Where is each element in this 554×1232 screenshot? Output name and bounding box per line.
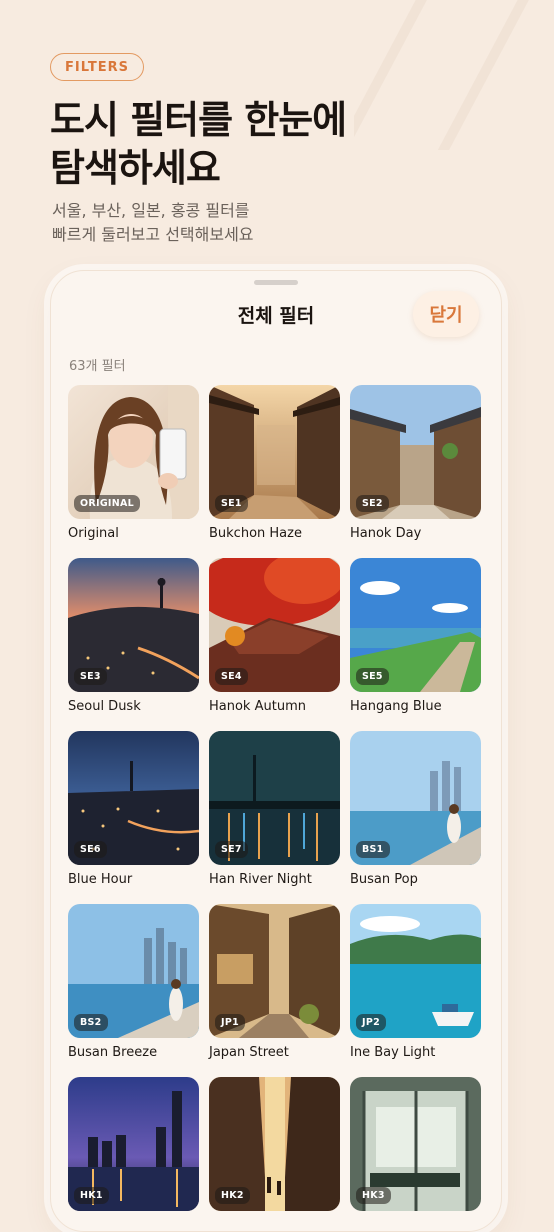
filter-count: 63개 필터 — [69, 359, 126, 374]
filter-name: Han River Night — [209, 872, 312, 887]
subtitle-line-2: 빠르게 둘러보고 선택해보세요 — [52, 225, 254, 244]
filter-code-badge: HK1 — [74, 1187, 109, 1204]
portrait-photo-icon: ORIGINAL — [68, 385, 199, 519]
filter-name — [209, 1218, 340, 1231]
filter-code-badge: SE2 — [356, 495, 389, 512]
busan-coast-photo-icon: BS1 — [350, 731, 481, 865]
filter-tile-hk2[interactable]: HK2 — [209, 1077, 340, 1231]
hk-street-photo-icon: HK2 — [209, 1077, 340, 1211]
seoul-dusk-photo-icon: SE3 — [68, 558, 199, 692]
filter-name: Busan Pop — [350, 872, 418, 887]
filter-tile-hk1[interactable]: HK1 — [68, 1077, 199, 1231]
filter-tile-se1[interactable]: SE1 Bukchon Haze — [209, 385, 340, 558]
filter-code-badge: JP2 — [356, 1014, 387, 1031]
filter-code-badge: SE1 — [215, 495, 248, 512]
subtitle-line-1: 서울, 부산, 일본, 홍콩 필터를 — [52, 201, 250, 220]
filter-name: Seoul Dusk — [68, 699, 141, 714]
filter-name: Bukchon Haze — [209, 526, 302, 541]
filter-sheet: 전체 필터 닫기 63개 필터 ORIGINAL Original SE1 Bu… — [50, 270, 502, 1232]
hanok-alley-photo-icon: SE1 — [209, 385, 340, 519]
filter-code-badge: HK3 — [356, 1187, 391, 1204]
filter-tile-bs1[interactable]: BS1 Busan Pop — [350, 731, 481, 904]
river-night-photo-icon: SE7 — [209, 731, 340, 865]
page-headline: 도시 필터를 한눈에 탐색하세요 — [50, 96, 347, 192]
filter-tile-jp1[interactable]: JP1 Japan Street — [209, 904, 340, 1077]
filter-code-badge: SE3 — [74, 668, 107, 685]
filter-code-badge: SE5 — [356, 668, 389, 685]
filter-code-badge: SE6 — [74, 841, 107, 858]
filter-name: Original — [68, 526, 119, 541]
filter-code-badge: BS1 — [356, 841, 390, 858]
filter-code-badge: HK2 — [215, 1187, 250, 1204]
filter-tile-original[interactable]: ORIGINAL Original — [68, 385, 199, 558]
hk-harbor-photo-icon: HK1 — [68, 1077, 199, 1211]
filter-name: Hangang Blue — [350, 699, 442, 714]
filter-tile-se4[interactable]: SE4 Hanok Autumn — [209, 558, 340, 731]
filter-name: Ine Bay Light — [350, 1045, 436, 1060]
filter-tile-hk3[interactable]: HK3 — [350, 1077, 481, 1231]
filter-name: Hanok Day — [350, 526, 422, 541]
filter-code-badge: SE4 — [215, 668, 248, 685]
filter-name: Japan Street — [209, 1045, 289, 1060]
bay-boat-photo-icon: JP2 — [350, 904, 481, 1038]
hanok-day-photo-icon: SE2 — [350, 385, 481, 519]
filter-tile-se6[interactable]: SE6 Blue Hour — [68, 731, 199, 904]
filter-tile-jp2[interactable]: JP2 Ine Bay Light — [350, 904, 481, 1077]
filter-name: Busan Breeze — [68, 1045, 158, 1060]
filter-code-badge: JP1 — [215, 1014, 246, 1031]
japan-street-photo-icon: JP1 — [209, 904, 340, 1038]
filter-name: Blue Hour — [68, 872, 133, 887]
filter-tile-se3[interactable]: SE3 Seoul Dusk — [68, 558, 199, 731]
filter-code-badge: BS2 — [74, 1014, 108, 1031]
film-strip-decoration — [354, 0, 542, 150]
filter-name: Hanok Autumn — [209, 699, 306, 714]
filter-tile-se2[interactable]: SE2 Hanok Day — [350, 385, 481, 558]
filter-tile-bs2[interactable]: BS2 Busan Breeze — [68, 904, 199, 1077]
river-path-photo-icon: SE5 — [350, 558, 481, 692]
filter-name — [350, 1218, 481, 1231]
headline-line-1: 도시 필터를 한눈에 — [50, 98, 347, 142]
hk-tram-photo-icon: HK3 — [350, 1077, 481, 1211]
headline-line-2: 탐색하세요 — [50, 146, 221, 190]
filter-grid: ORIGINAL Original SE1 Bukchon Haze SE2 H… — [68, 385, 483, 1231]
city-night-photo-icon: SE6 — [68, 731, 199, 865]
autumn-roof-photo-icon: SE4 — [209, 558, 340, 692]
sheet-drag-handle[interactable] — [254, 280, 298, 285]
filter-name — [68, 1218, 199, 1231]
filter-tile-se5[interactable]: SE5 Hangang Blue — [350, 558, 481, 731]
busan-breeze-photo-icon: BS2 — [68, 904, 199, 1038]
close-button[interactable]: 닫기 — [413, 291, 479, 337]
page-subtitle: 서울, 부산, 일본, 홍콩 필터를 빠르게 둘러보고 선택해보세요 — [52, 199, 254, 247]
filter-tile-se7[interactable]: SE7 Han River Night — [209, 731, 340, 904]
filter-code-badge: SE7 — [215, 841, 248, 858]
filters-pill: FILTERS — [50, 53, 144, 81]
filter-code-badge: ORIGINAL — [74, 495, 141, 512]
